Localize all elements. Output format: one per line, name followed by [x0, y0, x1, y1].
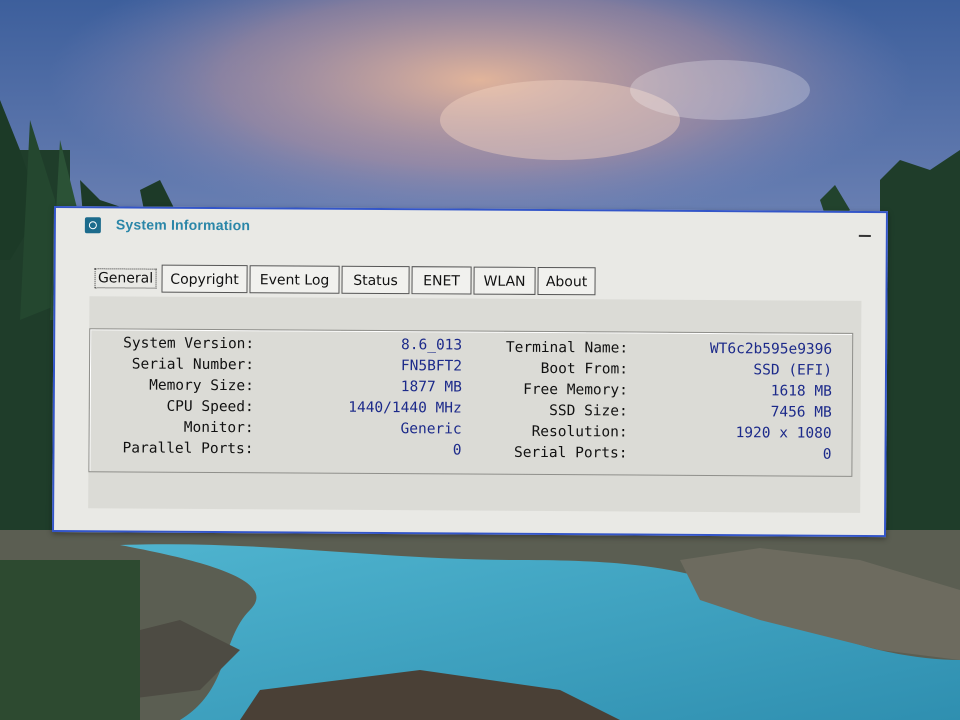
tab-event-log-label: Event Log [259, 272, 330, 289]
tab-copyright-label: Copyright [170, 271, 239, 289]
tab-general[interactable]: General [93, 264, 157, 294]
general-panel: System Version: 8.6_013 Serial Number: F… [88, 296, 862, 513]
tab-wlan-label: WLAN [483, 273, 526, 290]
tab-status[interactable]: Status [341, 265, 410, 295]
minimize-icon[interactable] [858, 225, 872, 239]
tab-enet-label: ENET [423, 273, 460, 290]
info-value: 7456 MB [770, 404, 832, 421]
tab-about-label: About [545, 274, 588, 291]
info-value: SSD (EFI) [753, 362, 833, 379]
info-label: SSD Size: [549, 403, 628, 420]
tab-event-log[interactable]: Event Log [249, 265, 340, 294]
info-value: 1920 x 1080 [735, 425, 832, 442]
tab-copyright[interactable]: Copyright [161, 264, 248, 294]
info-label: Resolution: [531, 423, 628, 441]
tab-enet[interactable]: ENET [411, 266, 472, 295]
system-info-box: System Version: 8.6_013 Serial Number: F… [88, 328, 854, 477]
tab-about[interactable]: About [537, 266, 596, 296]
app-icon [84, 217, 101, 234]
tab-wlan[interactable]: WLAN [473, 266, 536, 295]
info-left-column: System Version: 8.6_013 Serial Number: F… [90, 329, 852, 458]
info-value: 0 [822, 446, 832, 463]
info-label: Boot From: [540, 360, 629, 378]
info-label: Terminal Name: [505, 339, 629, 357]
window-title: System Information [115, 216, 251, 234]
info-row: Serial Ports: 0 [89, 440, 851, 465]
info-label: Free Memory: [523, 381, 628, 399]
info-value: WT6c2b595e9396 [709, 341, 833, 358]
info-value: 1618 MB [770, 383, 832, 400]
system-information-window: System Information General Copyright Eve… [52, 206, 888, 538]
tab-general-label: General [94, 268, 157, 289]
info-label: Serial Ports: [513, 444, 628, 462]
title-bar[interactable]: System Information [56, 208, 886, 247]
tab-status-label: Status [353, 272, 398, 290]
